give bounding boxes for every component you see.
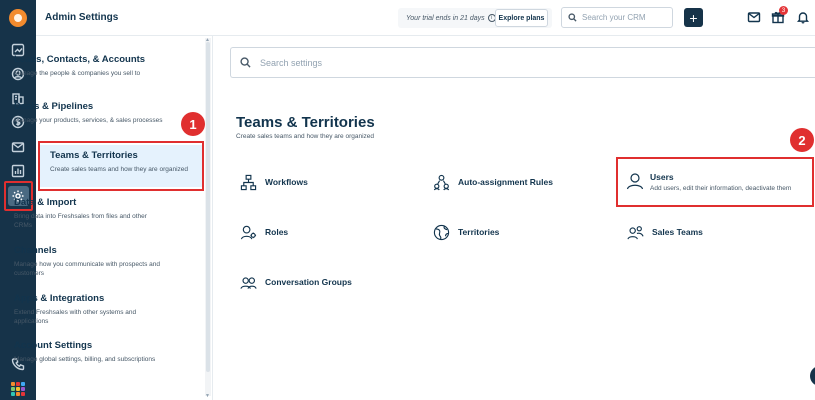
grid-dot: [11, 387, 15, 391]
section-subtitle: Create sales teams and how they are orga…: [236, 133, 375, 140]
sidebar-item-desc: Manage how you communicate with prospect…: [14, 261, 160, 277]
global-search-input[interactable]: Search your CRM: [561, 7, 673, 28]
card-desc: Add users, edit their information, deact…: [650, 185, 792, 192]
sidebar-item-label: Channels: [14, 245, 57, 256]
sidebar-item-data-import[interactable]: Data & Import Bring data into Freshsales…: [14, 197, 164, 230]
search-icon: [568, 13, 577, 22]
grid-dot: [16, 387, 20, 391]
sidebar-item-desc: Bring data into Freshsales from files an…: [14, 213, 147, 229]
sidebar-item-label: Data & Import: [14, 197, 77, 208]
notification-badge: 3: [779, 6, 788, 15]
bell-icon[interactable]: [796, 10, 810, 24]
sidebar-item-desc: Extend Freshsales with other systems and…: [14, 309, 137, 325]
chat-widget-button[interactable]: [810, 366, 815, 386]
sidebar-item-apps-integrations[interactable]: Apps & Integrations Extend Freshsales wi…: [14, 293, 164, 326]
mail-icon[interactable]: [747, 10, 761, 24]
page-title: Admin Settings: [45, 12, 119, 23]
team-icon: [626, 223, 644, 241]
sidebar-item-channels[interactable]: Channels Manage how you communicate with…: [14, 245, 164, 278]
grid-dot: [21, 382, 25, 386]
user-icon: [626, 172, 644, 195]
settings-card-workflows[interactable]: Workflows: [239, 173, 308, 191]
grid-dot: [16, 382, 20, 386]
auto-assign-icon: [432, 173, 450, 191]
section-title: Teams & Territories: [236, 114, 375, 131]
workflow-icon: [239, 173, 257, 191]
step-marker-1: 1: [181, 112, 205, 136]
card-label: Conversation Groups: [265, 277, 352, 287]
settings-search-placeholder: Search settings: [260, 57, 323, 68]
sidebar-item-desc: Manage your products, services, & sales …: [14, 117, 163, 124]
sidebar-item-account-settings[interactable]: Account Settings Manage global settings,…: [14, 340, 164, 364]
grid-dot: [11, 382, 15, 386]
card-label: Roles: [265, 227, 289, 237]
settings-card-roles[interactable]: Roles: [239, 223, 288, 241]
sidebar-item-label: Account Settings: [14, 340, 93, 351]
settings-card-territories[interactable]: Territories: [432, 223, 499, 241]
scroll-up-arrow[interactable]: ▲: [205, 37, 210, 43]
grid-dot: [21, 392, 25, 396]
logo-icon[interactable]: [9, 9, 27, 27]
add-button[interactable]: +: [684, 8, 703, 27]
scrollbar-thumb[interactable]: [206, 42, 210, 372]
sidebar-item-leads-contacts-accounts[interactable]: Leads, Contacts, & Accounts Manage the p…: [14, 54, 164, 78]
users-card-text: Users Add users, edit their information,…: [650, 172, 791, 195]
step-marker-2: 2: [790, 128, 814, 152]
sidebar-item-desc: Manage the people & companies you sell t…: [14, 70, 141, 77]
teams-territories-highlight-box: [38, 141, 204, 191]
settings-card-users[interactable]: Users Add users, edit their information,…: [626, 172, 791, 195]
settings-card-conversation-groups[interactable]: Conversation Groups: [239, 273, 352, 291]
global-search-placeholder: Search your CRM: [582, 13, 646, 22]
card-label: Users: [650, 172, 674, 182]
roles-icon: [239, 223, 257, 241]
grid-dot: [21, 387, 25, 391]
sidebar-scrollbar[interactable]: [205, 38, 211, 396]
card-label: Auto-assignment Rules: [458, 177, 553, 187]
trial-text: Your trial ends in 21 days: [406, 14, 485, 22]
scroll-down-arrow[interactable]: ▼: [205, 393, 210, 399]
sidebar-item-label: Apps & Integrations: [14, 293, 105, 304]
search-icon: [240, 57, 251, 68]
card-label: Territories: [458, 227, 500, 237]
card-label: Sales Teams: [652, 227, 703, 237]
sidebar-item-deals-pipelines[interactable]: Deals & Pipelines Manage your products, …: [14, 101, 164, 125]
reports-icon[interactable]: [10, 163, 26, 179]
card-label: Workflows: [265, 177, 308, 187]
sidebar-item-desc: Manage global settings, billing, and sub…: [14, 356, 156, 363]
sidebar-item-label: Leads, Contacts, & Accounts: [14, 54, 146, 65]
grid-dot: [16, 392, 20, 396]
settings-search-input[interactable]: Search settings: [230, 47, 815, 78]
email-icon[interactable]: [10, 139, 26, 155]
settings-card-auto-assignment-rules[interactable]: Auto-assignment Rules: [432, 173, 553, 191]
globe-icon: [432, 223, 450, 241]
grid-dot: [11, 392, 15, 396]
sidebar-item-label: Deals & Pipelines: [14, 101, 94, 112]
apps-grid-icon[interactable]: [11, 382, 25, 396]
group-icon: [239, 273, 257, 291]
explore-plans-button[interactable]: Explore plans: [495, 9, 548, 27]
settings-card-sales-teams[interactable]: Sales Teams: [626, 223, 703, 241]
